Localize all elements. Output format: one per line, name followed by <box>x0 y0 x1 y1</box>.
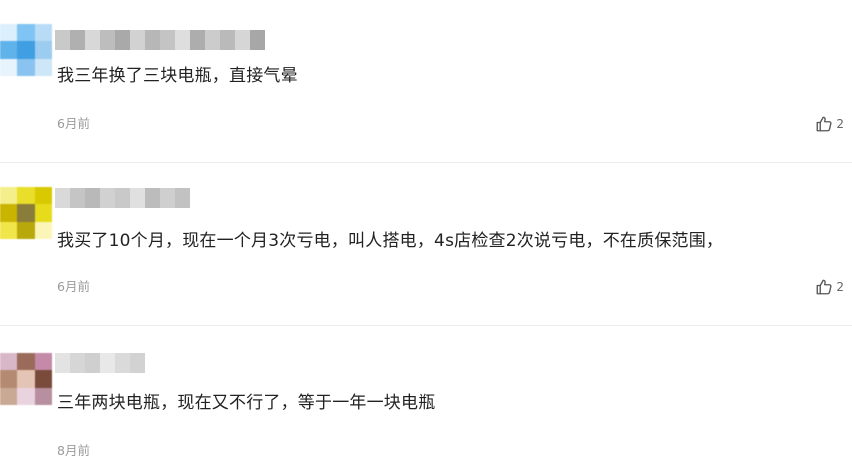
username-pixel <box>160 30 175 50</box>
username-pixel <box>175 30 190 50</box>
thumbs-up-icon <box>816 116 832 132</box>
like-button[interactable]: 2 <box>815 278 844 296</box>
username-pixel <box>55 30 70 50</box>
username-pixel <box>190 30 205 50</box>
username-pixel <box>250 30 265 50</box>
username-pixel <box>70 30 85 50</box>
comment-time: 8月前 <box>57 443 90 458</box>
avatar-pixel <box>34 353 52 371</box>
comment-text: 我买了10个月，现在一个月3次亏电，叫人搭电，4s店检查2次说亏电，不在质保范围… <box>57 231 724 251</box>
username-pixel <box>220 30 235 50</box>
thumbs-up-icon <box>816 279 832 295</box>
avatar-pixel <box>0 41 18 59</box>
username-pixel <box>145 30 160 50</box>
avatar[interactable] <box>0 24 52 76</box>
like-count: 2 <box>836 280 844 294</box>
like-count: 2 <box>836 117 844 131</box>
avatar-pixel <box>17 41 35 59</box>
comment-text: 三年两块电瓶，现在又不行了，等于一年一块电瓶 <box>57 393 436 413</box>
username-pixel <box>115 30 130 50</box>
avatar-pixel <box>34 41 52 59</box>
avatar-pixel <box>34 24 52 42</box>
avatar-pixel <box>0 58 18 76</box>
username-pixel <box>85 30 100 50</box>
avatar-pixel <box>17 24 35 42</box>
comment-item: 我三年换了三块电瓶，直接气晕 6月前 2 <box>0 0 852 162</box>
comment-time: 6月前 <box>57 279 90 294</box>
username-pixel <box>55 353 70 373</box>
like-button[interactable]: 2 <box>815 115 844 133</box>
username-pixel <box>175 188 190 208</box>
avatar-pixel <box>0 24 18 42</box>
avatar-pixel <box>17 387 35 405</box>
comment-time: 6月前 <box>57 116 90 131</box>
avatar-pixel <box>17 353 35 371</box>
username-pixel <box>70 188 85 208</box>
comment-item: 三年两块电瓶，现在又不行了，等于一年一块电瓶 8月前 <box>0 326 852 473</box>
username-pixel <box>100 188 115 208</box>
avatar-pixel <box>0 221 18 239</box>
avatar-pixel <box>0 187 18 205</box>
avatar[interactable] <box>0 187 52 239</box>
username-pixel <box>100 353 115 373</box>
username-pixel <box>55 188 70 208</box>
avatar-pixel <box>0 387 18 405</box>
avatar-pixel <box>17 204 35 222</box>
username-pixel <box>115 353 130 373</box>
avatar-pixel <box>17 221 35 239</box>
username[interactable] <box>55 188 190 208</box>
comment-text: 我三年换了三块电瓶，直接气晕 <box>57 66 298 86</box>
comment-item: 我买了10个月，现在一个月3次亏电，叫人搭电，4s店检查2次说亏电，不在质保范围… <box>0 163 852 325</box>
username[interactable] <box>55 353 145 373</box>
avatar-pixel <box>17 370 35 388</box>
username-pixel <box>235 30 250 50</box>
username-pixel <box>70 353 85 373</box>
avatar-pixel <box>17 58 35 76</box>
username-pixel <box>130 188 145 208</box>
username-pixel <box>115 188 130 208</box>
avatar-pixel <box>34 58 52 76</box>
avatar-pixel <box>17 187 35 205</box>
username-pixel <box>145 188 160 208</box>
avatar-pixel <box>0 370 18 388</box>
username-pixel <box>85 188 100 208</box>
avatar-pixel <box>34 187 52 205</box>
avatar[interactable] <box>0 353 52 405</box>
avatar-pixel <box>0 353 18 371</box>
avatar-pixel <box>34 221 52 239</box>
username-pixel <box>160 188 175 208</box>
avatar-pixel <box>34 204 52 222</box>
username-pixel <box>205 30 220 50</box>
avatar-pixel <box>0 204 18 222</box>
username-pixel <box>130 30 145 50</box>
username-pixel <box>100 30 115 50</box>
username-pixel <box>130 353 145 373</box>
avatar-pixel <box>34 387 52 405</box>
avatar-pixel <box>34 370 52 388</box>
username[interactable] <box>55 30 265 50</box>
username-pixel <box>85 353 100 373</box>
